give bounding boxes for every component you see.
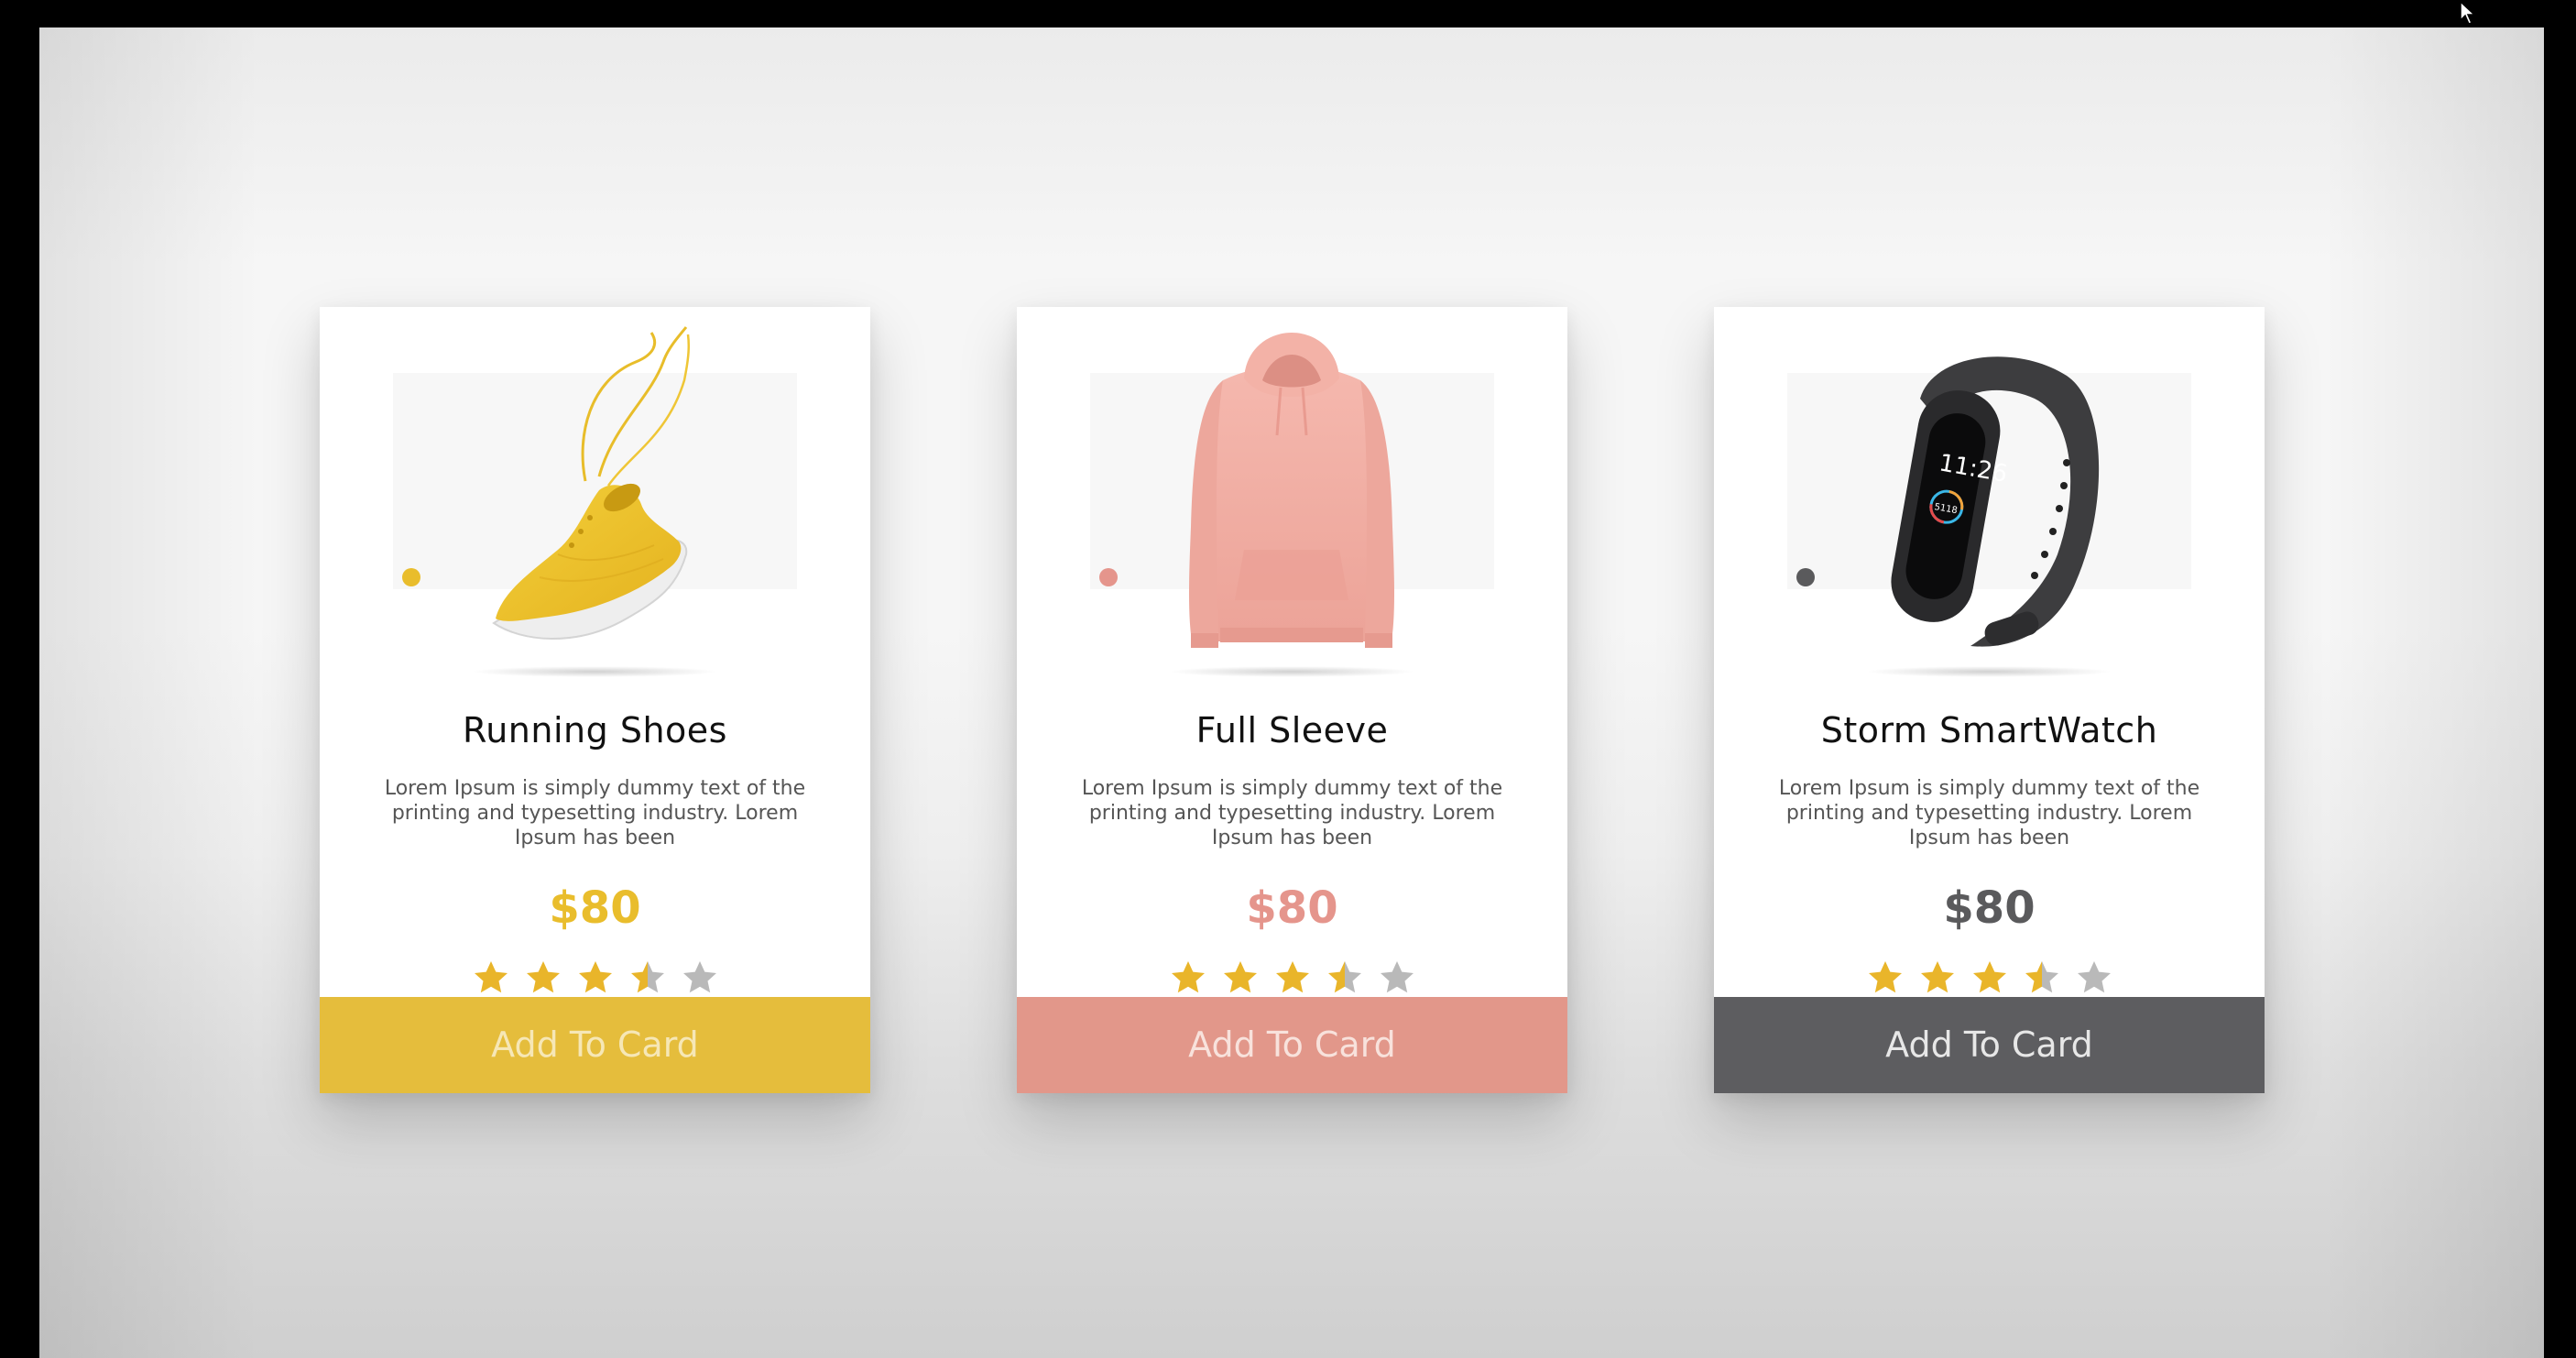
add-to-card-button[interactable]: Add To Card xyxy=(1714,997,2265,1093)
star-icon xyxy=(1171,961,1205,993)
product-card-running-shoes: Running Shoes Lorem Ipsum is simply dumm… xyxy=(320,307,870,1093)
smartwatch-image: 11:26 5118 xyxy=(1891,356,2100,647)
star-icon xyxy=(682,961,716,993)
star-icon xyxy=(1223,961,1257,993)
product-shadow xyxy=(471,666,718,677)
product-title: Full Sleeve xyxy=(1195,710,1389,750)
product-card-storm-smartwatch: 11:26 5118 Storm SmartWatch Lorem Ipsum … xyxy=(1714,307,2265,1093)
star-icon xyxy=(1920,961,1954,993)
star-icon xyxy=(630,961,664,993)
product-card-full-sleeve: Full Sleeve Lorem Ipsum is simply dummy … xyxy=(1017,307,1567,1093)
star-icon xyxy=(526,961,560,993)
product-price: $80 xyxy=(1246,882,1338,934)
product-shadow xyxy=(1168,666,1415,677)
product-title: Running Shoes xyxy=(463,710,727,750)
product-shadow xyxy=(1865,666,2112,677)
product-price: $80 xyxy=(549,882,641,934)
sneaker-image xyxy=(492,326,691,640)
color-indicator-dot xyxy=(1099,568,1118,586)
star-icon xyxy=(1868,961,1902,993)
product-description: Lorem Ipsum is simply dummy text of the … xyxy=(1081,777,1503,849)
star-icon xyxy=(2025,961,2058,993)
star-icon xyxy=(1380,961,1414,993)
product-showcase: Running Shoes Lorem Ipsum is simply dumm… xyxy=(39,27,2544,1358)
top-bar xyxy=(0,0,2576,27)
star-rating xyxy=(1017,959,1567,996)
product-title: Storm SmartWatch xyxy=(1820,710,2158,750)
add-to-card-button[interactable]: Add To Card xyxy=(320,997,870,1093)
add-to-card-button[interactable]: Add To Card xyxy=(1017,997,1567,1093)
product-description: Lorem Ipsum is simply dummy text of the … xyxy=(384,777,806,849)
product-description: Lorem Ipsum is simply dummy text of the … xyxy=(1778,777,2200,849)
star-icon xyxy=(474,961,508,993)
star-icon xyxy=(1327,961,1361,993)
color-indicator-dot xyxy=(1796,568,1815,586)
color-indicator-dot xyxy=(402,568,420,586)
hoodie-image xyxy=(1189,333,1394,648)
star-rating xyxy=(320,959,870,996)
star-icon xyxy=(2077,961,2111,993)
video-frame: Running Shoes Lorem Ipsum is simply dumm… xyxy=(0,0,2576,1358)
product-price: $80 xyxy=(1943,882,2036,934)
star-icon xyxy=(1972,961,2006,993)
mouse-cursor-icon xyxy=(2460,0,2476,25)
star-icon xyxy=(578,961,612,993)
star-icon xyxy=(1275,961,1309,993)
star-rating xyxy=(1714,959,2265,996)
